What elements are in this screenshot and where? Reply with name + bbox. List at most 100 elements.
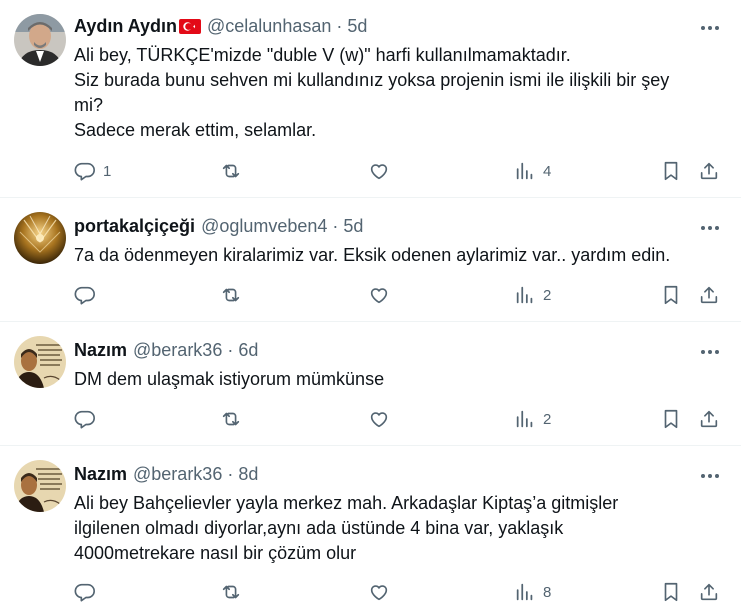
like-button[interactable] (368, 158, 390, 184)
avatar[interactable] (14, 14, 66, 66)
avatar[interactable] (14, 212, 66, 264)
share-icon (700, 583, 718, 601)
separator-dot: · (336, 15, 343, 36)
view-count: 4 (543, 162, 552, 180)
like-icon (370, 288, 388, 304)
views-icon (516, 583, 533, 601)
tweet[interactable]: Aydın Aydın @celalunhasan · 5d Ali bey, … (0, 0, 741, 196)
tweet-text-line: DM dem ulaşmak istiyorum mümkünse (74, 369, 385, 389)
tweet-actions: 1 4 (74, 158, 724, 184)
like-icon (370, 164, 388, 180)
tweet-actions: 2 (74, 406, 724, 432)
view-count: 8 (543, 583, 552, 601)
repost-button[interactable] (220, 406, 242, 432)
user-handle[interactable]: @berark36 (133, 340, 222, 361)
user-handle[interactable]: @celalunhasan (207, 16, 331, 37)
timestamp[interactable]: 5d (347, 16, 367, 37)
more-options-button[interactable] (698, 340, 722, 364)
more-icon (701, 350, 719, 354)
like-button[interactable] (368, 406, 390, 432)
user-handle[interactable]: @oglumveben4 (201, 216, 327, 237)
like-icon (370, 585, 388, 601)
tweet[interactable]: Nazım @berark36 · 6d DM dem ulaşmak isti… (0, 322, 741, 444)
like-button[interactable] (368, 282, 390, 308)
repost-icon (222, 288, 240, 302)
tweet-actions: 8 (74, 579, 724, 605)
reply-icon (74, 410, 95, 429)
repost-button[interactable] (220, 158, 242, 184)
views-button[interactable]: 4 (514, 158, 551, 184)
share-button[interactable] (698, 282, 720, 308)
avatar[interactable] (14, 336, 66, 388)
repost-button[interactable] (220, 282, 242, 308)
user-handle[interactable]: @berark36 (133, 464, 222, 485)
tweet-text: Ali bey, TÜRKÇE'mizde "duble V (w)" harf… (74, 43, 724, 143)
view-count: 2 (543, 410, 552, 428)
reply-icon (74, 286, 95, 305)
tweet-text: Ali bey Bahçelievler yayla merkez mah. A… (74, 491, 724, 566)
tweet-text-line: Ali bey, TÜRKÇE'mizde "duble V (w)" harf… (74, 45, 571, 65)
tweet-text: 7a da ödenmeyen kiralarimiz var. Eksik o… (74, 243, 724, 268)
display-name[interactable]: portakalçiçeği (74, 216, 195, 237)
share-button[interactable] (698, 579, 720, 605)
reply-button[interactable]: 1 (74, 158, 111, 184)
bookmark-button[interactable] (660, 158, 682, 184)
views-icon (516, 410, 533, 428)
display-name[interactable]: Nazım (74, 464, 127, 485)
like-icon (370, 412, 388, 428)
tweet-header: Nazım @berark36 · 6d (74, 338, 258, 362)
timestamp[interactable]: 5d (343, 216, 363, 237)
tweet-actions: 2 (74, 282, 724, 308)
tweet-text-line: 4000metrekare nasıl bir çözüm olur (74, 543, 357, 563)
bookmark-button[interactable] (660, 406, 682, 432)
timestamp[interactable]: 6d (238, 340, 258, 361)
views-icon (516, 162, 533, 180)
timestamp[interactable]: 8d (238, 464, 258, 485)
tweet-header: Aydın Aydın @celalunhasan · 5d (74, 14, 367, 38)
repost-icon (222, 164, 240, 178)
view-count: 2 (543, 286, 552, 304)
repost-icon (222, 412, 240, 426)
reply-button[interactable] (74, 282, 96, 308)
share-button[interactable] (698, 158, 720, 184)
bookmark-icon (664, 409, 678, 429)
more-options-button[interactable] (698, 16, 722, 40)
display-name[interactable]: Aydın Aydın (74, 16, 177, 37)
bookmark-icon (664, 582, 678, 602)
views-button[interactable]: 8 (514, 579, 551, 605)
tweet[interactable]: Nazım @berark36 · 8d Ali bey Bahçelievle… (0, 446, 741, 616)
reply-count: 1 (103, 162, 112, 180)
tweet-text-line: Siz burada bunu sehven mi kullandınız yo… (74, 70, 670, 90)
tweet-text-line: 7a da ödenmeyen kiralarimiz var. Eksik o… (74, 245, 671, 265)
reply-icon (74, 162, 95, 181)
tweet-text-line: mi? (74, 95, 104, 115)
reply-button[interactable] (74, 579, 96, 605)
separator-dot: · (227, 463, 234, 484)
bookmark-button[interactable] (660, 579, 682, 605)
tweet-text: DM dem ulaşmak istiyorum mümkünse (74, 367, 724, 392)
share-icon (700, 162, 718, 180)
tweet-header: portakalçiçeği @oglumveben4 · 5d (74, 214, 363, 238)
like-button[interactable] (368, 579, 390, 605)
share-button[interactable] (698, 406, 720, 432)
share-icon (700, 286, 718, 304)
repost-icon (222, 585, 240, 599)
reply-button[interactable] (74, 406, 96, 432)
bookmark-button[interactable] (660, 282, 682, 308)
separator-dot: · (227, 339, 234, 360)
tweet[interactable]: portakalçiçeği @oglumveben4 · 5d 7a da ö… (0, 198, 741, 320)
more-options-button[interactable] (698, 464, 722, 488)
bookmark-icon (664, 285, 678, 305)
repost-button[interactable] (220, 579, 242, 605)
bookmark-icon (664, 161, 678, 181)
views-button[interactable]: 2 (514, 282, 551, 308)
more-icon (701, 474, 719, 478)
display-name[interactable]: Nazım (74, 340, 127, 361)
reply-icon (74, 583, 95, 602)
share-icon (700, 410, 718, 428)
tweet-header: Nazım @berark36 · 8d (74, 462, 258, 486)
more-options-button[interactable] (698, 216, 722, 240)
avatar[interactable] (14, 460, 66, 512)
views-button[interactable]: 2 (514, 406, 551, 432)
reply-feed: Aydın Aydın @celalunhasan · 5d Ali bey, … (0, 0, 754, 616)
